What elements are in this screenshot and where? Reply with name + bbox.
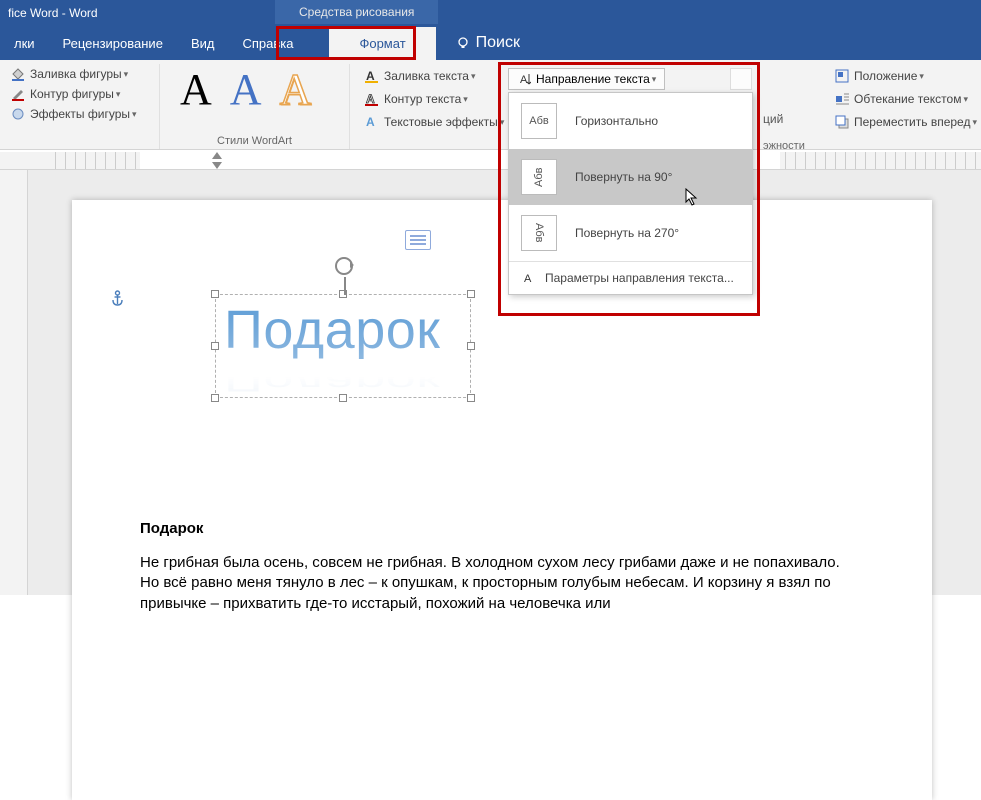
text-direction-params-icon: A (521, 270, 537, 286)
app-title: fice Word - Word (0, 6, 98, 20)
wrap-text-button[interactable]: Обтекание текстом▾ (830, 89, 981, 109)
text-direction-button[interactable]: A Направление текста▾ (508, 68, 665, 90)
document-text[interactable]: Подарок Не грибная была осень, совсем не… (140, 520, 845, 614)
position-icon (834, 68, 850, 84)
direction-rotate-90[interactable]: Абв Повернуть на 90° (509, 149, 752, 205)
menu-format[interactable]: Формат (329, 27, 435, 60)
chevron-down-icon: ▾ (963, 94, 968, 105)
truncated-group-label: эжности (763, 140, 805, 152)
direction-rotate-270[interactable]: Абв Повернуть на 270° (509, 205, 752, 261)
tell-me-search[interactable]: Поиск (456, 34, 520, 52)
truncated-text: ций (763, 112, 783, 126)
layout-options-button[interactable] (405, 230, 431, 250)
align-button[interactable] (730, 68, 752, 90)
search-label: Поиск (476, 34, 520, 52)
resize-handle[interactable] (211, 394, 219, 402)
text-fill-button[interactable]: A Заливка текста▾ (360, 66, 493, 86)
resize-handle[interactable] (467, 394, 475, 402)
document-body[interactable]: Не грибная была осень, совсем не грибная… (140, 553, 845, 614)
position-button[interactable]: Положение▾ (830, 66, 981, 86)
drawing-tools-context-tab[interactable]: Средства рисования (275, 0, 438, 24)
shape-outline-button[interactable]: Контур фигуры▾ (6, 84, 153, 104)
text-effects-icon: A (364, 114, 380, 130)
svg-text:A: A (366, 69, 375, 83)
wordart-style-2[interactable]: A (230, 68, 262, 112)
page[interactable] (72, 200, 932, 800)
direction-icon-270: Абв (521, 215, 557, 251)
text-fill-icon: A (364, 68, 380, 84)
cursor-icon (685, 188, 699, 206)
text-outline-button[interactable]: A Контур текста▾ (360, 89, 493, 109)
chevron-down-icon: ▾ (972, 117, 977, 128)
menu-item[interactable]: лки (0, 28, 49, 59)
direction-icon-horizontal: Абв (521, 103, 557, 139)
text-direction-dropdown: Абв Горизонтально Абв Повернуть на 90° А… (508, 92, 753, 295)
bucket-icon (10, 66, 26, 82)
wordart-gallery[interactable]: A A A (166, 64, 343, 116)
indent-marker-bottom[interactable] (212, 162, 222, 169)
resize-handle[interactable] (211, 290, 219, 298)
chevron-down-icon: ▾ (919, 71, 924, 82)
chevron-down-icon: ▾ (500, 117, 505, 128)
wordart-reflection: Подарок (224, 367, 440, 398)
document-heading[interactable]: Подарок (140, 520, 845, 537)
svg-text:A: A (520, 74, 528, 86)
bring-forward-icon (834, 114, 850, 130)
svg-text:A: A (366, 115, 375, 129)
bring-forward-button[interactable]: Переместить вперед▾ (830, 112, 981, 132)
menu-help[interactable]: Справка (228, 28, 307, 59)
text-effects-button[interactable]: A Текстовые эффекты▾ (360, 112, 493, 132)
indent-marker-top[interactable] (212, 152, 222, 159)
vertical-ruler[interactable] (0, 170, 28, 595)
text-outline-icon: A (364, 91, 380, 107)
chevron-down-icon: ▾ (124, 69, 129, 80)
bulb-icon (456, 36, 470, 50)
wrap-icon (834, 91, 850, 107)
wordart-style-1[interactable]: A (180, 68, 212, 112)
chevron-down-icon: ▾ (463, 94, 468, 105)
direction-params[interactable]: A Параметры направления текста... (509, 262, 752, 294)
svg-text:A: A (524, 273, 532, 285)
title-bar: fice Word - Word (0, 0, 981, 26)
chevron-down-icon: ▾ (652, 74, 657, 85)
text-direction-icon: A (517, 72, 531, 86)
horizontal-ruler[interactable] (0, 152, 981, 170)
wordart-textbox[interactable]: Подарок Подарок (215, 294, 471, 398)
chevron-down-icon: ▾ (116, 89, 121, 100)
direction-icon-90: Абв (521, 159, 557, 195)
ribbon: Заливка фигуры▾ Контур фигуры▾ Эффекты ф… (0, 60, 981, 150)
effects-icon (10, 106, 26, 122)
menu-review[interactable]: Рецензирование (49, 28, 177, 59)
shape-effects-button[interactable]: Эффекты фигуры▾ (6, 104, 153, 124)
svg-text:A: A (366, 92, 375, 106)
rotate-handle[interactable] (335, 257, 353, 275)
resize-handle[interactable] (211, 342, 219, 350)
wordart-style-3[interactable]: A (280, 68, 312, 112)
anchor-icon[interactable] (110, 290, 125, 307)
chevron-down-icon: ▾ (132, 109, 137, 120)
shape-fill-button[interactable]: Заливка фигуры▾ (6, 64, 153, 84)
menu-view[interactable]: Вид (177, 28, 229, 59)
pen-icon (10, 86, 26, 102)
wordart-text[interactable]: Подарок (224, 299, 478, 361)
chevron-down-icon: ▾ (471, 71, 476, 82)
direction-horizontal[interactable]: Абв Горизонтально (509, 93, 752, 149)
menu-bar: лки Рецензирование Вид Справка Формат По… (0, 26, 981, 60)
group-label-wordart: Стили WordArt (160, 135, 349, 147)
resize-handle[interactable] (467, 290, 475, 298)
